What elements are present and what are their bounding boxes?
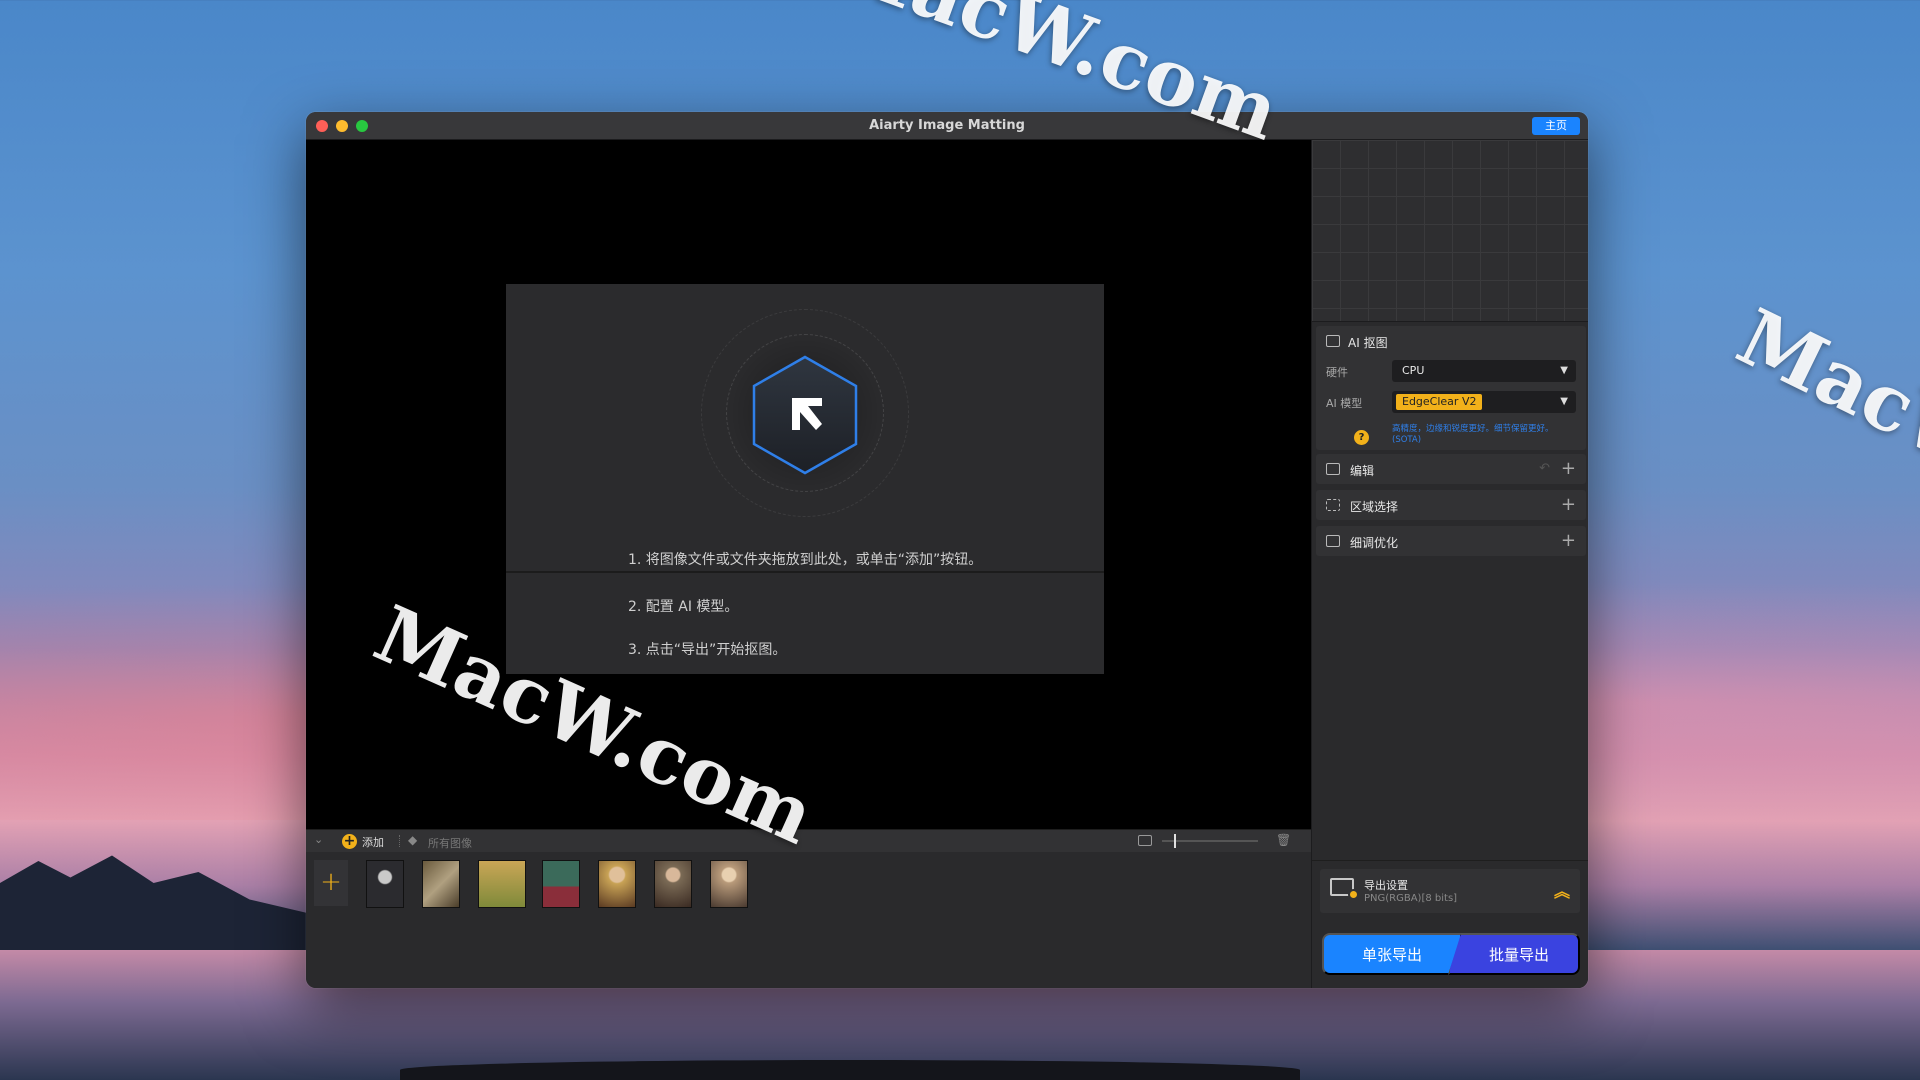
- export-area: 导出设置 PNG(RGBA)[8 bits] ︽ 单张导出 批量导出: [1312, 860, 1588, 988]
- toolbar-divider: [399, 835, 400, 847]
- add-icon[interactable]: +: [342, 834, 357, 849]
- ai-matting-icon: [1326, 335, 1340, 347]
- step-2-text: 2. 配置 AI 模型。: [628, 599, 739, 615]
- image-list-toolbar: ⌄ + 添加 ◆ 所有图像 🗑: [306, 830, 1311, 852]
- thumbnail-woman-portrait[interactable]: [654, 860, 692, 908]
- step-1-text: 1. 将图像文件或文件夹拖放到此处，或单击“添加”按钮。: [628, 552, 983, 568]
- hardware-value: CPU: [1402, 364, 1425, 377]
- ai-model-value: EdgeClear V2: [1396, 394, 1483, 410]
- settings-sidebar: AI 抠图 硬件 CPU ▼ AI 模型 EdgeClear V2 ▼ ? 高精…: [1311, 140, 1588, 988]
- single-export-button[interactable]: 单张导出: [1322, 933, 1462, 975]
- export-settings-card[interactable]: 导出设置 PNG(RGBA)[8 bits] ︽: [1320, 869, 1580, 913]
- refine-icon: [1326, 535, 1340, 547]
- add-image-tile[interactable]: +: [314, 860, 348, 906]
- drop-zone[interactable]: 1. 将图像文件或文件夹拖放到此处，或单击“添加”按钮。 2. 配置 AI 模型…: [506, 284, 1104, 674]
- thumbnail-woman-flowers[interactable]: [598, 860, 636, 908]
- title-bar: Aiarty Image Matting 主页: [306, 112, 1588, 140]
- thumbnail-bicycle[interactable]: [478, 860, 526, 908]
- batch-export-button[interactable]: 批量导出: [1448, 933, 1580, 975]
- ai-matting-panel: AI 抠图 硬件 CPU ▼ AI 模型 EdgeClear V2 ▼ ? 高精…: [1316, 326, 1586, 450]
- chevron-down-icon: ▼: [1560, 396, 1568, 407]
- chevron-down-icon: ▼: [1560, 365, 1568, 376]
- dropzone-divider: [506, 571, 1104, 573]
- thumbnail-size-slider[interactable]: [1162, 840, 1258, 842]
- expand-plus-icon[interactable]: +: [1561, 530, 1576, 551]
- desktop-mountains: [0, 855, 320, 960]
- desktop-rocks: [400, 1060, 1300, 1080]
- image-list-panel: ⌄ + 添加 ◆ 所有图像 🗑 +: [306, 829, 1311, 988]
- export-format-value: PNG(RGBA)[8 bits]: [1364, 893, 1458, 904]
- section-refine-label: 细调优化: [1350, 536, 1399, 550]
- home-button[interactable]: 主页: [1532, 117, 1580, 135]
- section-edit-label: 编辑: [1350, 464, 1375, 478]
- back-arrow-icon[interactable]: ◆: [408, 833, 417, 847]
- upload-hexagon-icon[interactable]: [750, 354, 860, 476]
- watermark-right: MacW.com: [1723, 291, 1920, 580]
- ai-matting-title: AI 抠图: [1348, 336, 1388, 350]
- thumbnail-woman-dress[interactable]: [710, 860, 748, 908]
- region-select-icon: [1326, 499, 1340, 511]
- section-refine[interactable]: 细调优化 +: [1316, 526, 1586, 556]
- hardware-label: 硬件: [1326, 366, 1348, 379]
- collapse-chevron-icon[interactable]: ⌄: [314, 833, 323, 846]
- result-preview-grid: [1312, 140, 1588, 322]
- ai-model-label: AI 模型: [1326, 397, 1363, 410]
- ai-model-select[interactable]: EdgeClear V2 ▼: [1392, 391, 1576, 413]
- app-window: Aiarty Image Matting 主页 1. 将图像文件或文件夹拖放到此…: [306, 112, 1588, 988]
- expand-plus-icon[interactable]: +: [1561, 494, 1576, 515]
- all-images-label[interactable]: 所有图像: [428, 835, 472, 851]
- help-icon[interactable]: ?: [1354, 430, 1369, 445]
- slider-handle[interactable]: [1174, 834, 1176, 848]
- thumbnail-jellyfish[interactable]: [366, 860, 404, 908]
- hardware-select[interactable]: CPU ▼: [1392, 360, 1576, 382]
- section-edit[interactable]: 编辑 ↶ +: [1316, 454, 1586, 484]
- model-description: 高精度，边缘和锐度更好。细节保留更好。(SOTA): [1392, 424, 1554, 445]
- undo-icon[interactable]: ↶: [1539, 461, 1550, 476]
- add-button-label[interactable]: 添加: [362, 834, 384, 850]
- trash-icon[interactable]: 🗑: [1276, 833, 1291, 847]
- edit-icon: [1326, 463, 1340, 475]
- export-settings-title: 导出设置: [1364, 879, 1408, 892]
- gear-icon: [1348, 889, 1359, 900]
- section-region-label: 区域选择: [1350, 500, 1399, 514]
- step-3-text: 3. 点击“导出”开始抠图。: [628, 642, 787, 658]
- chevron-up-icon[interactable]: ︽: [1554, 878, 1570, 902]
- section-region-select[interactable]: 区域选择 +: [1316, 490, 1586, 520]
- thumbnail-bird[interactable]: [422, 860, 460, 908]
- preview-canvas[interactable]: 1. 将图像文件或文件夹拖放到此处，或单击“添加”按钮。 2. 配置 AI 模型…: [306, 140, 1311, 829]
- window-title: Aiarty Image Matting: [869, 118, 1025, 133]
- expand-plus-icon[interactable]: +: [1561, 458, 1576, 479]
- thumbnail-forest-woman[interactable]: [542, 860, 580, 908]
- image-size-icon: [1138, 835, 1152, 846]
